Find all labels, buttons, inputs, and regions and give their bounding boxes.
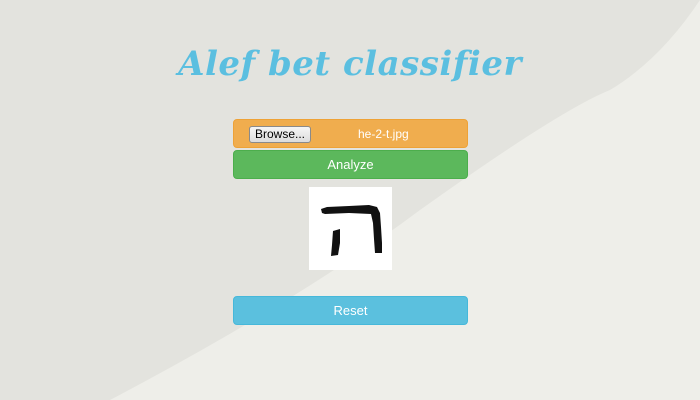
page-title: Alef bet classifier: [178, 44, 522, 84]
selected-file-name: he-2-t.jpg: [358, 127, 409, 141]
reset-button[interactable]: Reset: [233, 296, 468, 325]
app-page: Alef bet classifier Browse... he-2-t.jpg…: [0, 0, 700, 400]
analyze-button[interactable]: Analyze: [233, 150, 468, 179]
browse-button[interactable]: Browse...: [249, 126, 312, 143]
hebrew-letter-he-image: [321, 205, 382, 256]
file-upload-bar[interactable]: Browse... he-2-t.jpg: [233, 119, 468, 148]
image-preview: [309, 187, 392, 270]
